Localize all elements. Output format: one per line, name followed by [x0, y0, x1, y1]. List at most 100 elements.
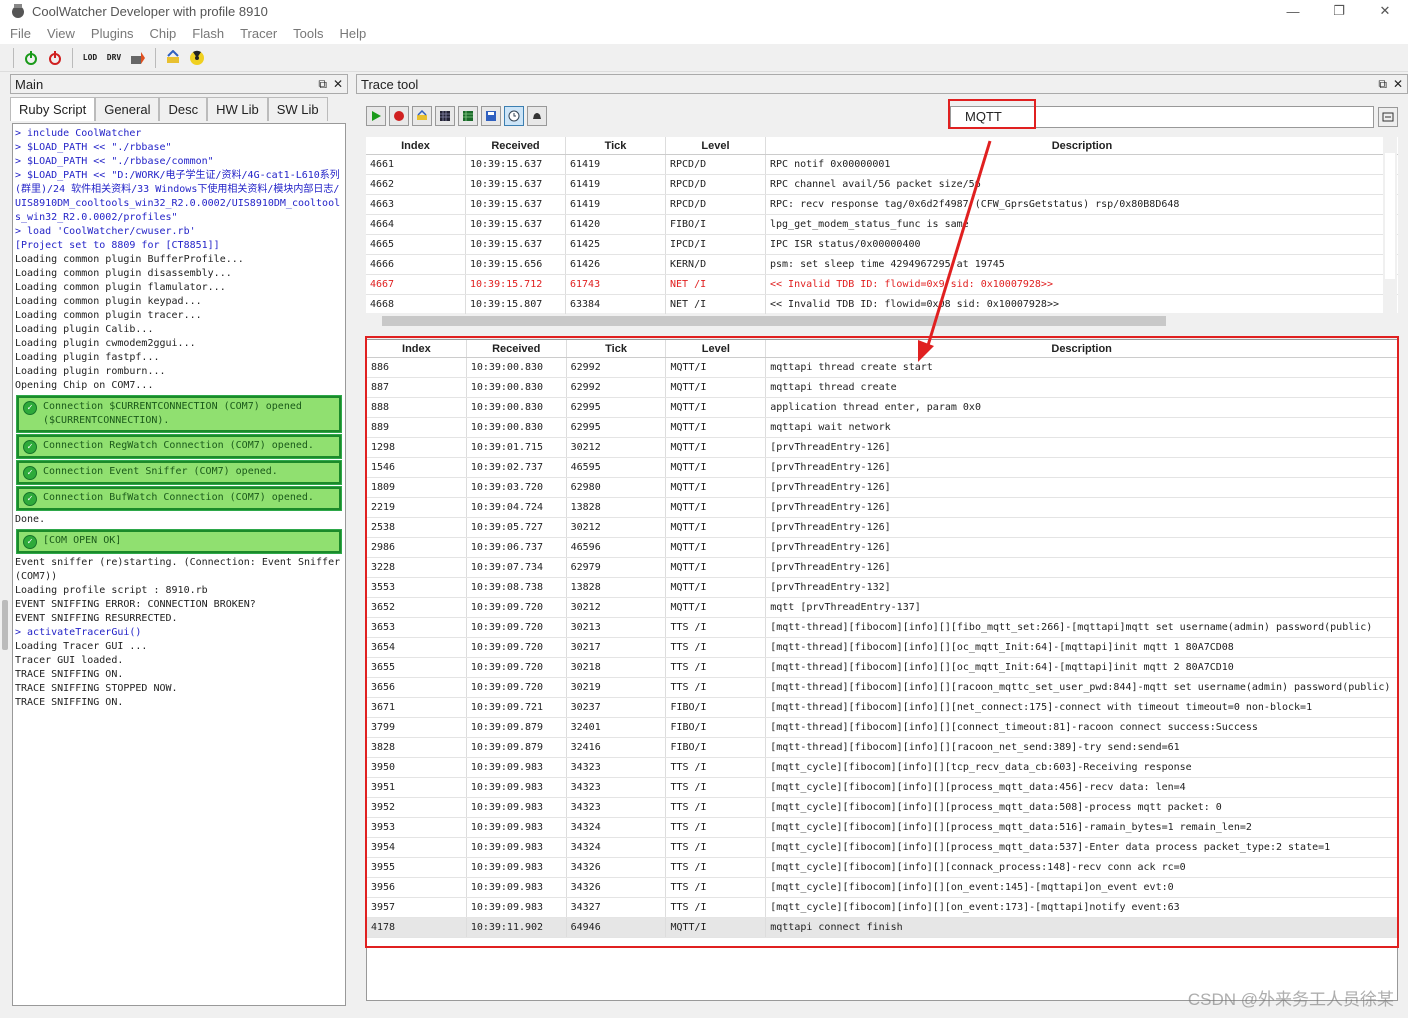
console-line: > $LOAD_PATH << "D:/WORK/电子学生证/资料/4G-cat…	[15, 170, 341, 223]
filter-apply-button[interactable]	[1378, 107, 1398, 127]
table-row[interactable]: 4665 10:39:15.637 61425 IPCD/I IPC ISR statu…	[366, 235, 1398, 255]
menu-file[interactable]: File	[10, 26, 31, 41]
power-on-button[interactable]	[21, 48, 41, 68]
table-row[interactable]: 4666 10:39:15.656 61426 KERN/D psm: set slee…	[366, 255, 1398, 275]
table-row[interactable]: 4664 10:39:15.637 61420 FIBO/I lpg_get_modem…	[366, 215, 1398, 235]
filter-grid-button[interactable]	[458, 106, 478, 126]
menu-help[interactable]: Help	[340, 26, 367, 41]
ruby-console[interactable]: > include CoolWatcher > $LOAD_PATH << "./…	[12, 123, 346, 1006]
minimize-button[interactable]: —	[1270, 0, 1316, 22]
table-row[interactable]: 4663 10:39:15.637 61419 RPCD/D RPC: recv res…	[366, 195, 1398, 215]
clock-button[interactable]	[504, 106, 524, 126]
table-row[interactable]: 4667 10:39:15.712 61743 NET /I << Invalid TD…	[366, 275, 1398, 295]
cell-received: 10:39:15.637	[466, 195, 566, 214]
stop-button[interactable]	[389, 106, 409, 126]
cell-description: psm: set sleep time 4294967295 at 19745	[770, 259, 1005, 270]
console-line: Loading common plugin disassembly...	[15, 268, 232, 279]
close-panel-icon[interactable]: ✕	[333, 77, 343, 91]
col-description[interactable]: Description	[766, 137, 1398, 154]
tab-hw-lib[interactable]: HW Lib	[207, 97, 268, 121]
console-line: EVENT SNIFFING RESURRECTED.	[15, 613, 178, 624]
undock-icon[interactable]: ⧉	[318, 77, 327, 91]
com-open-ok-box: ✓ [COM OPEN OK]	[16, 529, 342, 554]
cell-level: NET /I	[666, 275, 766, 294]
console-line: Tracer GUI loaded.	[15, 655, 124, 666]
col-level[interactable]: Level	[666, 137, 766, 154]
cell-level: RPCD/D	[666, 175, 766, 194]
top-table-vscroll[interactable]	[1383, 137, 1397, 313]
table-row[interactable]: 4668 10:39:15.807 63384 NET /I << Invalid TD…	[366, 295, 1398, 315]
menu-tracer[interactable]: Tracer	[240, 26, 277, 41]
filter-grid-icon	[463, 111, 473, 121]
menu-plugins[interactable]: Plugins	[91, 26, 134, 41]
play-button[interactable]	[366, 106, 386, 126]
connection-status-box: ✓ Connection BufWatch Connection (COM7) o…	[16, 486, 342, 511]
tools-button[interactable]	[163, 48, 183, 68]
table-row[interactable]: 4661 10:39:15.637 61419 RPCD/D RPC notif 0x0…	[366, 155, 1398, 175]
main-panel-title: Main	[15, 76, 44, 92]
cell-index: 4667	[366, 275, 466, 294]
power-red-icon	[49, 50, 61, 65]
filter-highlight-frame	[948, 99, 1036, 129]
cell-index: 4663	[366, 195, 466, 214]
console-line: Loading plugin fastpf...	[15, 352, 160, 363]
close-button[interactable]: ✕	[1362, 0, 1408, 22]
menu-flash[interactable]: Flash	[192, 26, 224, 41]
toolbar-separator	[13, 47, 14, 68]
tab-general[interactable]: General	[95, 97, 160, 121]
cell-description: << Invalid TDB ID: flowid=0x9 sid: 0x100…	[770, 279, 1053, 290]
console-line: Loading common plugin tracer...	[15, 310, 202, 321]
cell-received: 10:39:15.637	[466, 215, 566, 234]
console-line: Done.	[15, 514, 46, 525]
col-index[interactable]: Index	[366, 137, 466, 154]
toolbar-separator	[72, 47, 73, 68]
console-line: [Project set to 8809 for [CT8851]]	[15, 240, 220, 251]
restore-button[interactable]: ❐	[1316, 0, 1362, 22]
top-table-hscroll[interactable]	[366, 314, 1398, 328]
tab-desc[interactable]: Desc	[159, 97, 208, 121]
save-button[interactable]	[481, 106, 501, 126]
hscroll-thumb[interactable]	[382, 316, 1166, 326]
app-icon	[12, 4, 24, 18]
cell-tick: 61419	[566, 155, 666, 174]
console-line: > $LOAD_PATH << "./rbbase"	[15, 142, 172, 153]
connection-status-box: ✓ Connection RegWatch Connection (COM7) o…	[16, 434, 342, 459]
cell-level: RPCD/D	[666, 155, 766, 174]
check-icon: ✓	[23, 401, 37, 415]
bell-icon	[533, 113, 541, 119]
col-tick[interactable]: Tick	[566, 137, 666, 154]
left-edge-scroll-handle[interactable]	[2, 600, 8, 650]
menu-tools[interactable]: Tools	[293, 26, 323, 41]
radiation-button[interactable]	[187, 48, 207, 68]
config-button[interactable]	[412, 106, 432, 126]
cell-received: 10:39:15.637	[466, 175, 566, 194]
menu-view[interactable]: View	[47, 26, 75, 41]
console-line: Loading profile script : 8910.rb	[15, 585, 208, 596]
console-line: Event sniffer (re)starting. (Connection:…	[15, 557, 346, 582]
trace-panel-header: Trace tool ⧉ ✕	[356, 74, 1408, 94]
grid-button[interactable]	[435, 106, 455, 126]
menu-chip[interactable]: Chip	[150, 26, 177, 41]
connection-status-box: ✓ Connection Event Sniffer (COM7) opened.	[16, 460, 342, 485]
close-panel-icon[interactable]: ✕	[1393, 77, 1403, 91]
drv-button[interactable]: DRV	[104, 48, 124, 68]
table-row[interactable]: 4662 10:39:15.637 61419 RPCD/D RPC channel a…	[366, 175, 1398, 195]
tab-ruby-script[interactable]: Ruby Script	[10, 97, 96, 121]
cell-description: lpg_get_modem_status_func is same	[770, 219, 969, 230]
grid-icon	[440, 111, 450, 121]
lod-button[interactable]: LOD	[80, 48, 100, 68]
burn-button[interactable]	[128, 48, 148, 68]
cell-index: 4661	[366, 155, 466, 174]
undock-icon[interactable]: ⧉	[1378, 77, 1387, 91]
power-off-button[interactable]	[45, 48, 65, 68]
tools-icon	[417, 110, 427, 120]
cell-received: 10:39:15.712	[466, 275, 566, 294]
cell-tick: 61743	[566, 275, 666, 294]
col-received[interactable]: Received	[466, 137, 566, 154]
check-icon: ✓	[23, 492, 37, 506]
bell-button[interactable]	[527, 106, 547, 126]
tools-icon	[167, 49, 179, 63]
console-line: TRACE SNIFFING STOPPED NOW.	[15, 683, 178, 694]
tab-sw-lib[interactable]: SW Lib	[267, 97, 328, 121]
cell-received: 10:39:15.807	[466, 295, 566, 314]
